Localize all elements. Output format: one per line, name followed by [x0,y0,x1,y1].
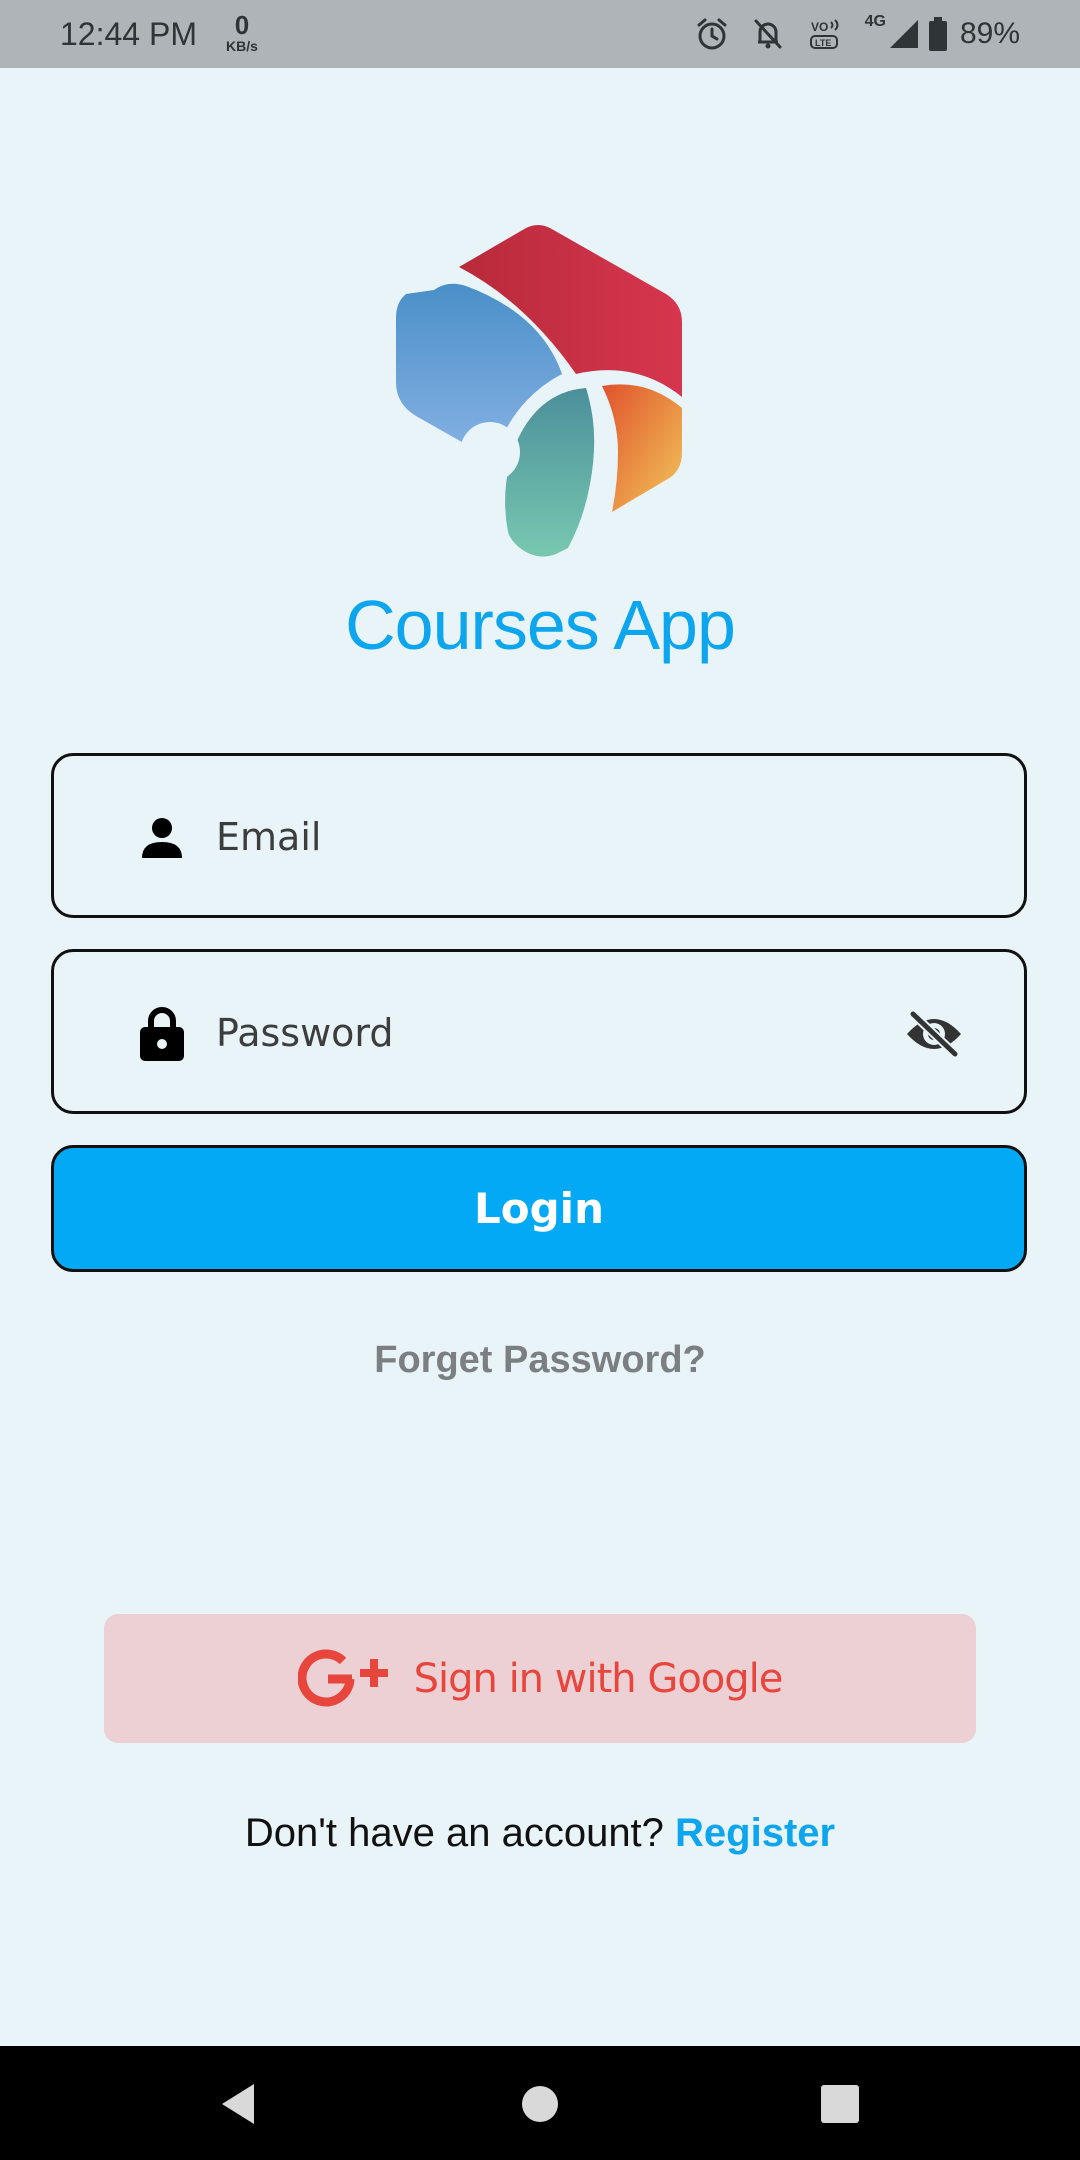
home-icon[interactable] [510,2074,570,2134]
status-icons: VO LTE 4G 89% [673,13,1020,54]
login-button[interactable]: Login [51,1145,1027,1272]
volte-icon: VO LTE [807,16,843,52]
svg-text:LTE: LTE [815,38,831,48]
email-field[interactable] [51,753,1027,918]
google-signin-button[interactable]: Sign in with Google [104,1614,976,1743]
status-bar: 12:44 PM 0 KB/s VO LTE 4G 89% [0,0,1080,68]
forget-password-link[interactable]: Forget Password? [0,1335,1080,1385]
google-signin-label: Sign in with Google [413,1655,784,1702]
app-title: Courses App [345,586,736,664]
battery-icon [928,17,948,51]
lock-icon [137,1006,187,1062]
register-row: Don't have an account? Register [0,1805,1080,1861]
status-time: 12:44 PM [60,16,197,52]
signal-icon: 4G [865,13,920,50]
recents-icon[interactable] [810,2074,870,2134]
app-logo [386,222,686,558]
google-plus-icon [297,1648,390,1709]
register-prompt: Don't have an account? [244,1811,664,1855]
password-field[interactable] [51,949,1027,1114]
svg-text:VO: VO [811,20,828,34]
register-link[interactable]: Register [675,1811,835,1855]
eye-off-icon[interactable] [904,1004,964,1064]
battery-percent: 89% [959,17,1020,50]
network-speed: 0 KB/s [222,12,262,54]
network-speed-value: 0 [234,10,250,40]
password-input[interactable] [214,992,898,1074]
person-icon [137,810,187,866]
email-input[interactable] [214,796,898,878]
alarm-icon [695,17,729,51]
network-speed-unit: KB/s [226,38,258,54]
navigation-bar [0,2046,1080,2160]
bell-off-icon [751,17,785,51]
back-icon[interactable] [208,2074,268,2134]
network-type: 4G [864,13,886,30]
